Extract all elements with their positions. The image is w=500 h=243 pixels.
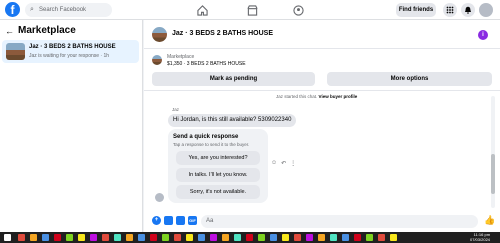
mark-as-pending-button[interactable]: Mark as pending bbox=[152, 72, 315, 86]
quick-response-subtitle: Tap a response to send it to the buyer. bbox=[173, 142, 250, 147]
info-icon[interactable]: i bbox=[478, 30, 488, 40]
chat-header: Jaz · 3 BEDS 2 BATHS HOUSE i bbox=[144, 20, 500, 49]
message-sender: Jaz bbox=[172, 107, 180, 112]
quick-response-card: Send a quick response Tap a response to … bbox=[168, 129, 268, 203]
taskbar-app-icon[interactable] bbox=[126, 234, 133, 241]
taskbar-app-icon[interactable] bbox=[150, 234, 157, 241]
taskbar-app-icon[interactable] bbox=[366, 234, 373, 241]
facebook-logo-icon[interactable]: f bbox=[5, 2, 20, 17]
sticker-icon[interactable] bbox=[176, 216, 185, 225]
menu-grid-icon[interactable] bbox=[443, 3, 457, 17]
reply-icon[interactable]: ↶ bbox=[281, 160, 286, 167]
more-vertical-icon[interactable]: ⋮ bbox=[290, 160, 296, 167]
os-taskbar: 11:16 pm 07/03/2024 bbox=[0, 232, 500, 243]
conversation-list-item[interactable]: Jaz · 3 BEDS 2 BATHS HOUSE Jaz is waitin… bbox=[2, 40, 139, 63]
scrollbar-thumb[interactable] bbox=[491, 154, 495, 194]
chat-header-thumbnail[interactable] bbox=[152, 27, 167, 42]
taskbar-app-icon[interactable] bbox=[162, 234, 169, 241]
taskbar-app-icon[interactable] bbox=[234, 234, 241, 241]
taskbar-app-icon[interactable] bbox=[42, 234, 49, 241]
taskbar-app-icon[interactable] bbox=[318, 234, 325, 241]
taskbar-app-icon[interactable] bbox=[198, 234, 205, 241]
groups-icon[interactable] bbox=[292, 4, 304, 16]
profile-avatar[interactable] bbox=[479, 3, 493, 17]
chat-header-title[interactable]: Jaz · 3 BEDS 2 BATHS HOUSE bbox=[172, 30, 273, 37]
more-options-button[interactable]: More options bbox=[327, 72, 492, 86]
system-note: Jaz started this chat. View buyer profil… bbox=[276, 94, 357, 99]
sender-avatar bbox=[155, 193, 164, 202]
listing-label: Marketplace bbox=[167, 54, 195, 60]
quick-reply-button[interactable]: In talks. I'll let you know. bbox=[176, 168, 260, 182]
search-icon: ⌕ bbox=[30, 6, 34, 13]
taskbar-app-icon[interactable] bbox=[78, 234, 85, 241]
message-bubble: Hi Jordan, is this still available? 5309… bbox=[168, 114, 297, 127]
conversation-subtitle: Jaz is waiting for your response · 1h bbox=[29, 53, 110, 59]
taskbar-app-icon[interactable] bbox=[306, 234, 313, 241]
taskbar-app-icon[interactable] bbox=[138, 234, 145, 241]
taskbar-app-icon[interactable] bbox=[66, 234, 73, 241]
chat-panel: Jaz · 3 BEDS 2 BATHS HOUSE i Marketplace… bbox=[144, 20, 500, 232]
system-note-text: Jaz started this chat. bbox=[276, 94, 318, 99]
listing-thumbnail bbox=[6, 43, 25, 60]
taskbar-app-icon[interactable] bbox=[330, 234, 337, 241]
taskbar-app-icon[interactable] bbox=[186, 234, 193, 241]
taskbar-app-icon[interactable] bbox=[270, 234, 277, 241]
taskbar-app-icon[interactable] bbox=[390, 234, 397, 241]
back-arrow-icon[interactable]: ← bbox=[5, 26, 14, 36]
find-friends-button[interactable]: Find friends bbox=[396, 3, 436, 17]
gif-icon[interactable]: GIF bbox=[188, 216, 197, 225]
quick-response-title: Send a quick response bbox=[173, 134, 239, 140]
listing-thumbnail-small bbox=[152, 55, 162, 65]
sidebar-title: Marketplace bbox=[18, 25, 76, 36]
search-placeholder: Search Facebook bbox=[39, 7, 87, 13]
taskbar-app-icon[interactable] bbox=[54, 234, 61, 241]
taskbar-app-icon[interactable] bbox=[30, 234, 37, 241]
view-buyer-profile-link[interactable]: View buyer profile bbox=[319, 94, 358, 99]
react-smile-icon[interactable]: ☺ bbox=[271, 160, 277, 167]
message-thread: Jaz started this chat. View buyer profil… bbox=[144, 92, 500, 212]
search-input[interactable]: ⌕ Search Facebook bbox=[25, 3, 112, 17]
taskbar-app-icon[interactable] bbox=[294, 234, 301, 241]
listing-summary: Marketplace $1,350 · 3 BEDS 2 BATHS HOUS… bbox=[144, 49, 500, 91]
taskbar-app-icon[interactable] bbox=[90, 234, 97, 241]
add-icon[interactable]: + bbox=[152, 216, 161, 225]
system-clock[interactable]: 11:16 pm 07/03/2024 bbox=[470, 232, 491, 242]
listing-price-title[interactable]: $1,350 · 3 BEDS 2 BATHS HOUSE bbox=[167, 61, 246, 67]
thumbs-up-icon[interactable]: 👍 bbox=[484, 215, 495, 226]
photo-icon[interactable] bbox=[164, 216, 173, 225]
taskbar-app-icon[interactable] bbox=[378, 234, 385, 241]
marketplace-icon[interactable] bbox=[246, 4, 258, 16]
message-actions: ☺ ↶ ⋮ bbox=[271, 160, 296, 167]
taskbar-app-icon[interactable] bbox=[114, 234, 121, 241]
taskbar-app-icon[interactable] bbox=[342, 234, 349, 241]
taskbar-app-icon[interactable] bbox=[102, 234, 109, 241]
quick-reply-button[interactable]: Sorry, it's not available. bbox=[176, 185, 260, 199]
start-menu-icon[interactable] bbox=[4, 234, 11, 241]
taskbar-app-icon[interactable] bbox=[354, 234, 361, 241]
taskbar-app-icon[interactable] bbox=[174, 234, 181, 241]
taskbar-app-icon[interactable] bbox=[246, 234, 253, 241]
taskbar-app-icon[interactable] bbox=[282, 234, 289, 241]
top-navigation-bar: f ⌕ Search Facebook Find friends bbox=[0, 0, 500, 20]
notifications-bell-icon[interactable] bbox=[461, 3, 475, 17]
message-input[interactable]: Aa bbox=[201, 215, 478, 228]
taskbar-app-icon[interactable] bbox=[222, 234, 229, 241]
sidebar-header: ← Marketplace bbox=[5, 25, 76, 36]
clock-date: 07/03/2024 bbox=[470, 236, 491, 242]
taskbar-app-icon[interactable] bbox=[210, 234, 217, 241]
marketplace-inbox-sidebar: ← Marketplace Jaz · 3 BEDS 2 BATHS HOUSE… bbox=[0, 20, 143, 232]
taskbar-app-icon[interactable] bbox=[258, 234, 265, 241]
home-icon[interactable] bbox=[196, 4, 208, 16]
quick-reply-button[interactable]: Yes, are you interested? bbox=[176, 151, 260, 165]
conversation-title: Jaz · 3 BEDS 2 BATHS HOUSE bbox=[29, 44, 116, 50]
message-composer: + GIF Aa 👍 bbox=[144, 212, 500, 232]
taskbar-app-icon[interactable] bbox=[18, 234, 25, 241]
